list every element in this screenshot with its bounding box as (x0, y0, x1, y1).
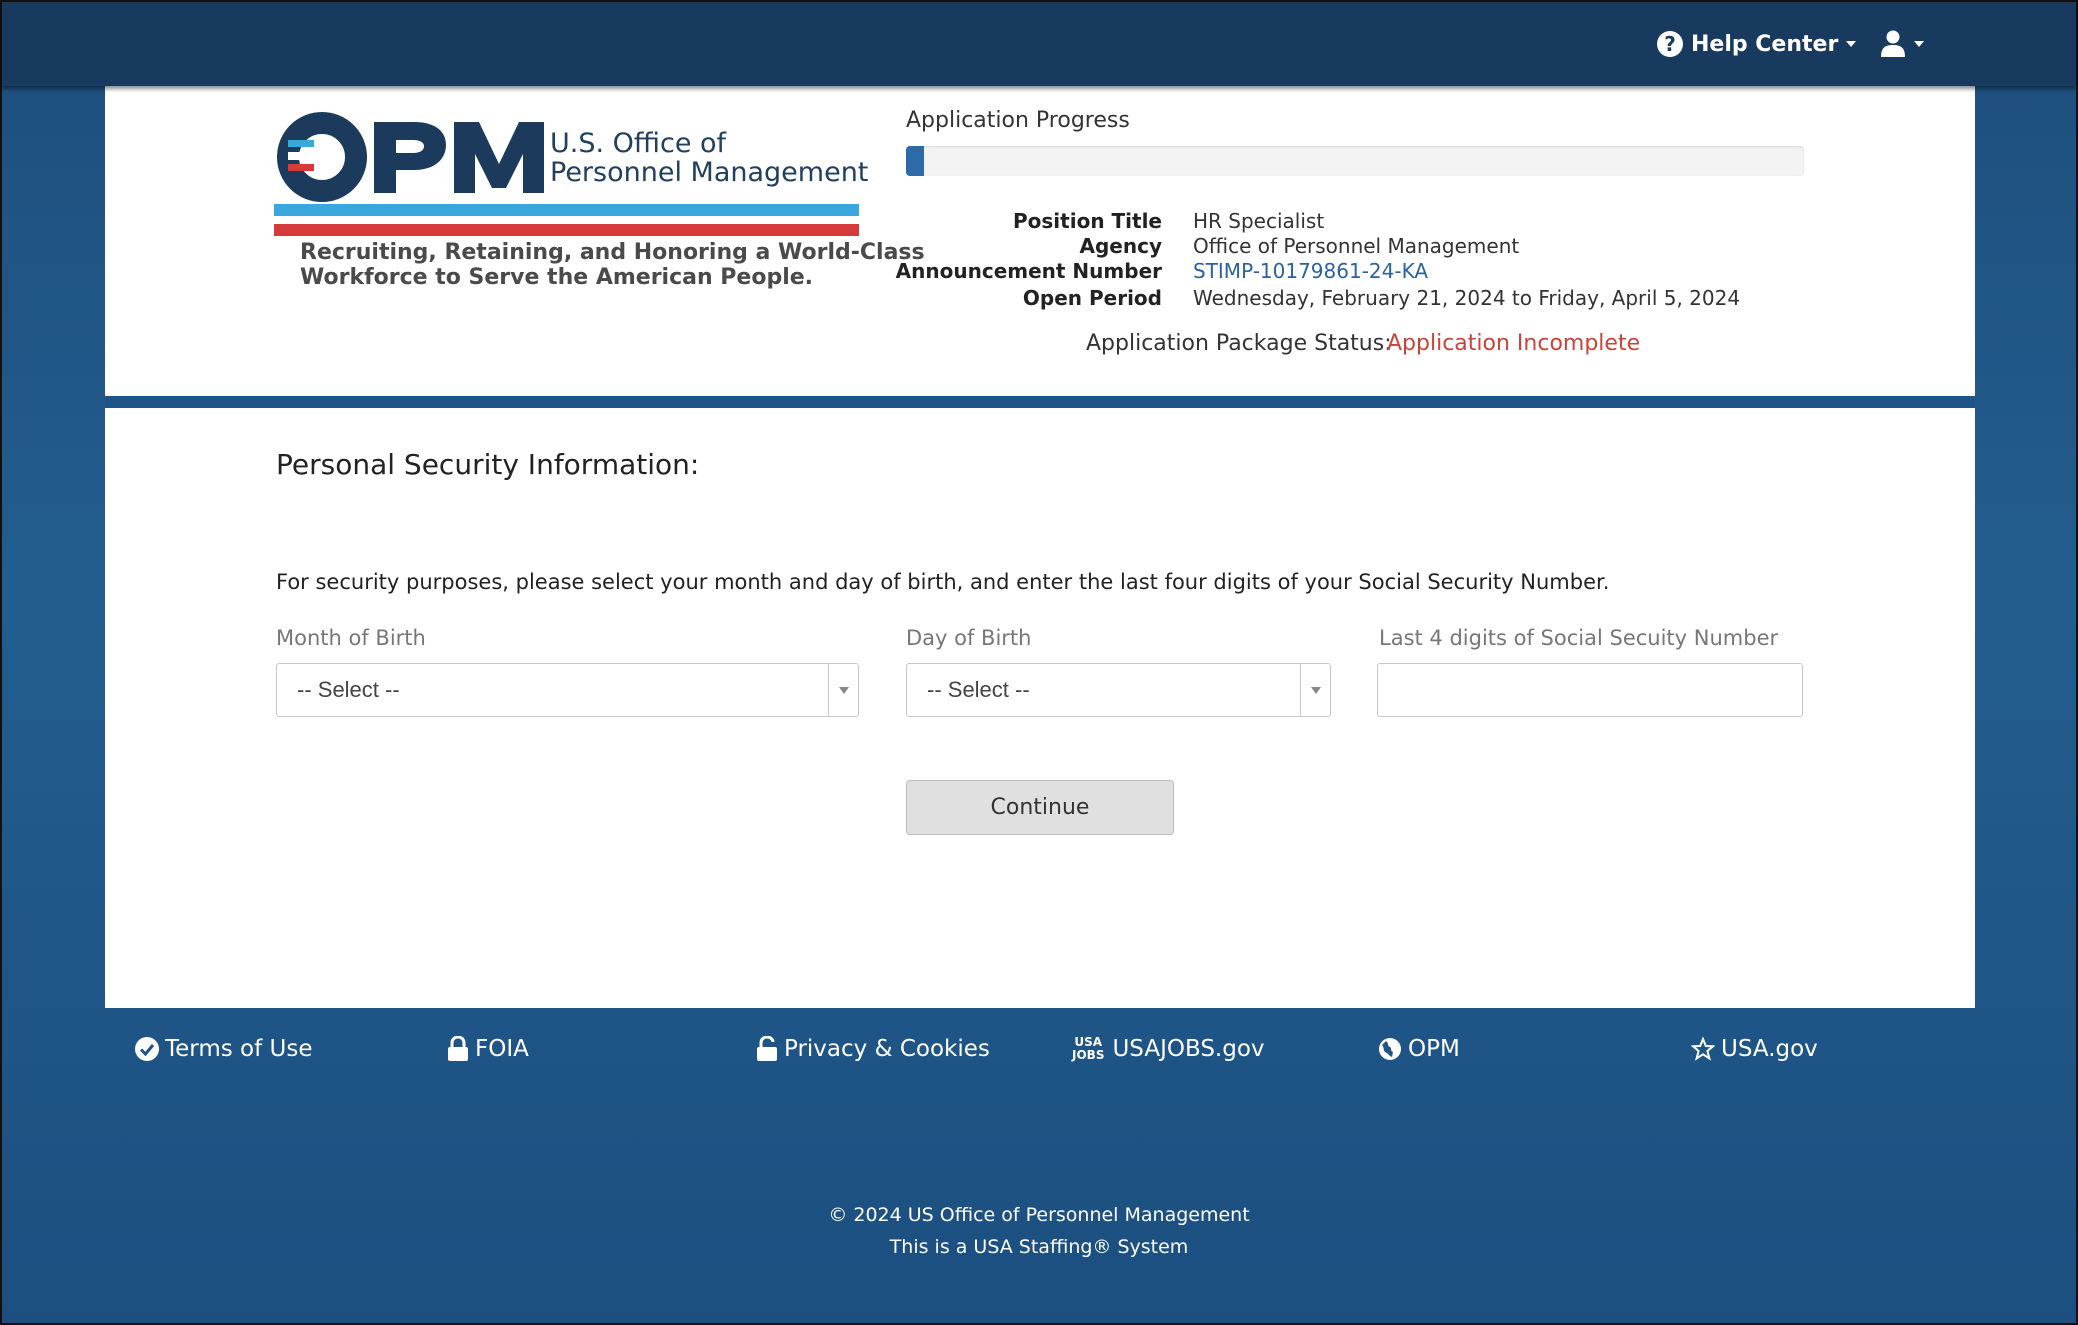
footer-link-usa-gov[interactable]: USA.gov (1691, 1032, 1818, 1066)
open-period-value: Wednesday, February 21, 2024 to Friday, … (1193, 286, 1741, 310)
lock-open-icon (757, 1036, 777, 1061)
announcement-number-label: Announcement Number (895, 259, 1162, 283)
footer-link-privacy-cookies[interactable]: Privacy & Cookies (756, 1032, 990, 1066)
agency-label: Agency (1079, 234, 1163, 258)
month-of-birth-label: Month of Birth (276, 626, 426, 650)
usajobs-logo-icon: USA JOBS (1072, 1036, 1104, 1062)
chevron-down-icon (1846, 41, 1857, 47)
chevron-down-icon (1914, 41, 1924, 47)
announcement-number-value: STIMP-10179861-24-KA (1193, 259, 1428, 283)
logo-text-line2: Personnel Management (550, 157, 869, 188)
open-period-label: Open Period (1022, 286, 1162, 310)
footer-link-label: USA.gov (1721, 1036, 1818, 1062)
footer-link-label: Privacy & Cookies (784, 1036, 990, 1062)
help-center-menu[interactable]: ? Help Center (1657, 24, 1857, 64)
footer-link-label: Terms of Use (165, 1036, 313, 1062)
section-title: Personal Security Information: (276, 448, 700, 481)
month-of-birth-selected-value: -- Select -- (297, 677, 400, 702)
footer-link-usajobs[interactable]: USA JOBS USAJOBS.gov (1072, 1032, 1265, 1066)
footer-link-label: USAJOBS.gov (1112, 1036, 1265, 1062)
top-navigation-bar: ? Help Center (2, 2, 2076, 86)
day-of-birth-selected-value: -- Select -- (927, 677, 1030, 702)
package-status-value: Application Incomplete (1387, 331, 1641, 356)
question-circle-icon: ? (1657, 31, 1683, 57)
application-progress-fill (906, 146, 924, 176)
footer-link-foia[interactable]: FOIA (447, 1032, 529, 1066)
package-status-label: Application Package Status: (1086, 331, 1392, 356)
user-icon (1881, 30, 1905, 57)
copyright-text: © 2024 US Office of Personnel Management (828, 1204, 1250, 1226)
footer-link-label: FOIA (475, 1036, 529, 1062)
day-of-birth-label: Day of Birth (906, 626, 1032, 650)
logo-text-line1: U.S. Office of (550, 128, 727, 159)
footer-link-terms-of-use[interactable]: Terms of Use (135, 1032, 313, 1066)
application-progress-label: Application Progress (906, 108, 1130, 133)
position-title-label: Position Title (1013, 209, 1162, 233)
section-divider (105, 396, 1975, 408)
announcement-number-link[interactable]: STIMP-10179861-24-KA (1193, 259, 1428, 283)
check-circle-icon (135, 1037, 159, 1061)
form-instructions: For security purposes, please select you… (276, 570, 1610, 594)
system-text: This is a USA Staffing® System (889, 1236, 1189, 1258)
day-of-birth-select[interactable]: -- Select -- (906, 663, 1331, 717)
ssn-last-four-input[interactable] (1377, 663, 1803, 717)
user-account-menu[interactable] (1880, 26, 1924, 62)
help-center-label: Help Center (1691, 31, 1839, 57)
ssn-last-four-label: Last 4 digits of Social Secuity Number (1379, 626, 1779, 650)
chevron-down-icon (828, 664, 858, 716)
star-outline-icon (1691, 1037, 1715, 1061)
footer-link-label: OPM (1408, 1036, 1460, 1062)
lock-icon (448, 1036, 468, 1061)
application-progress-bar (906, 146, 1804, 176)
continue-button[interactable]: Continue (906, 780, 1174, 835)
globe-icon (1379, 1038, 1401, 1060)
chevron-down-icon (1300, 664, 1330, 716)
agency-value: Office of Personnel Management (1193, 234, 1520, 258)
usajobs-mark-bottom: JOBS (1072, 1048, 1105, 1062)
position-title-value: HR Specialist (1193, 209, 1325, 233)
footer-link-opm[interactable]: OPM (1378, 1032, 1460, 1066)
month-of-birth-select[interactable]: -- Select -- (276, 663, 859, 717)
